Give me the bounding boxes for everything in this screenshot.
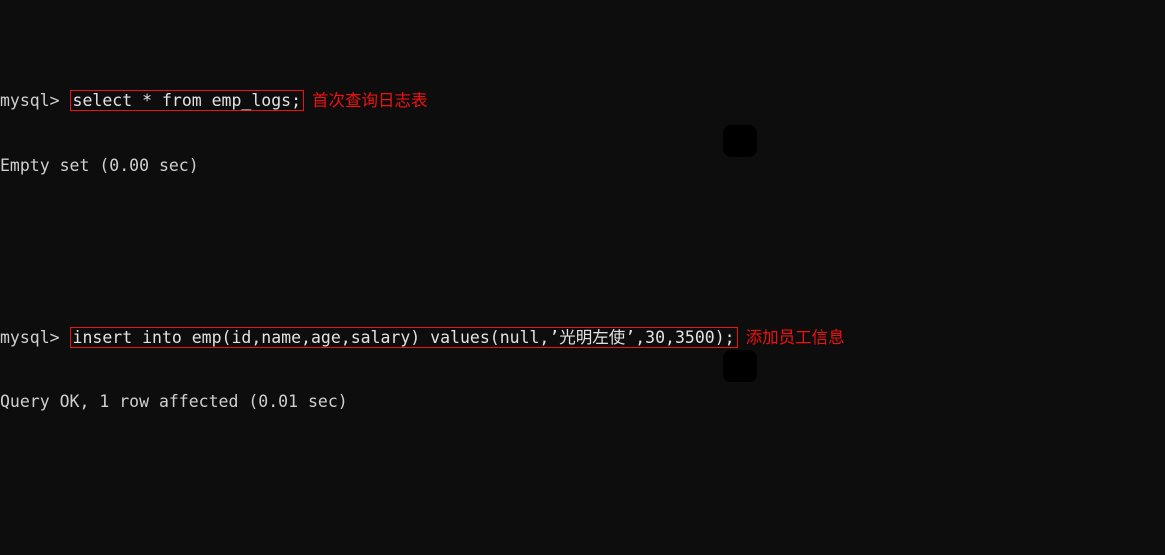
- terminal-output: mysql> select * from emp_logs; 首次查询日志表 Em…: [0, 4, 1023, 555]
- command-line-1: mysql> select * from emp_logs; 首次查询日志表: [0, 90, 1023, 112]
- command-text-2[interactable]: insert into emp(id,name,age,salary) valu…: [69, 326, 738, 348]
- result-line-2: Query OK, 1 row affected (0.01 sec): [0, 392, 348, 411]
- black-block-artifact-1: [723, 125, 757, 157]
- prompt-2: mysql>: [0, 327, 70, 347]
- result-line-1: Empty set (0.00 sec): [0, 155, 199, 175]
- black-block-artifact-2: [723, 350, 757, 382]
- terminal-window[interactable]: mysql> select * from emp_logs; 首次查询日志表 Em…: [0, 0, 1165, 555]
- command-line-2: mysql> insert into emp(id,name,age,salar…: [0, 326, 1023, 349]
- command-text-1[interactable]: select * from emp_logs;: [69, 90, 305, 111]
- annotation-2: 添加员工信息: [745, 327, 845, 347]
- annotation-1: 首次查询日志表: [312, 91, 428, 110]
- prompt-1: mysql>: [0, 91, 70, 110]
